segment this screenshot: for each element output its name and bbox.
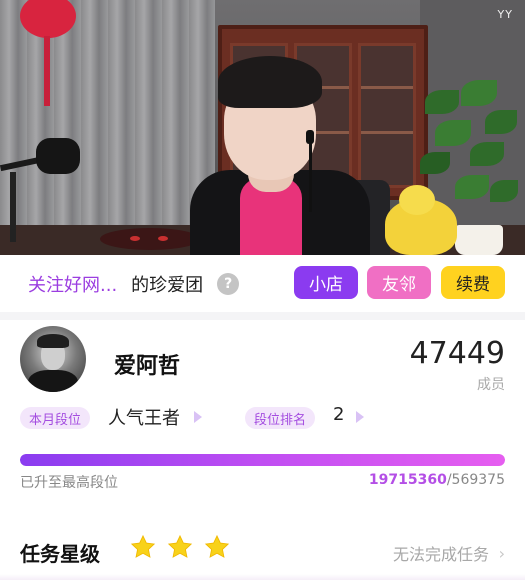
anchor-name-link[interactable]: 关注好网... [28, 271, 117, 297]
task-star-rating [130, 534, 230, 560]
microphone [36, 138, 80, 174]
member-count: 47449 [409, 336, 505, 371]
task-status[interactable]: 无法完成任务 [393, 541, 489, 565]
tier-ranking-value[interactable]: 2 [333, 404, 344, 425]
flower-pot [455, 225, 503, 255]
streamer [180, 50, 380, 255]
star-icon [130, 534, 156, 558]
monthly-tier-value[interactable]: 人气王者 [108, 404, 180, 430]
monthly-tier-tag: 本月段位 [20, 407, 91, 429]
tier-progress-bar [20, 454, 505, 466]
fan-club-bar: 关注好网... 的珍爱团 ? 小店 友邻 续费 [0, 255, 525, 312]
mic-stand [10, 172, 16, 242]
card-bottom-edge [0, 574, 525, 580]
fan-club-card: 爱阿哲 47449 成员 本月段位 人气王者 段位排名 2 已升至最高段位 19… [0, 312, 525, 580]
progress-numbers: 19715360/569375 [369, 472, 505, 488]
neighbor-button[interactable]: 友邻 [367, 266, 431, 299]
chevron-right-icon[interactable] [194, 411, 202, 423]
progress-note: 已升至最高段位 [20, 475, 118, 491]
tier-ranking-tag: 段位排名 [245, 407, 316, 429]
help-icon[interactable]: ? [217, 272, 240, 295]
club-name-suffix: 的珍爱团 [131, 274, 204, 296]
task-star-title: 任务星级 [20, 542, 100, 566]
member-label: 成员 [477, 377, 505, 393]
platform-watermark: YY [497, 8, 513, 21]
avatar[interactable] [20, 326, 86, 392]
progress-current: 19715360 [368, 472, 447, 488]
shop-button[interactable]: 小店 [294, 266, 358, 299]
renew-button[interactable]: 续费 [441, 266, 505, 299]
star-icon [204, 534, 230, 558]
chevron-right-icon[interactable]: › [499, 544, 505, 563]
live-stream-video[interactable]: YY [0, 0, 525, 255]
username: 爱阿哲 [114, 354, 181, 379]
tier-progress-fill [20, 454, 505, 466]
chevron-right-icon[interactable] [356, 411, 364, 423]
plush-duck [385, 185, 457, 255]
progress-target: 569375 [451, 472, 505, 488]
lantern-tassel [44, 36, 50, 106]
star-icon [167, 534, 193, 558]
